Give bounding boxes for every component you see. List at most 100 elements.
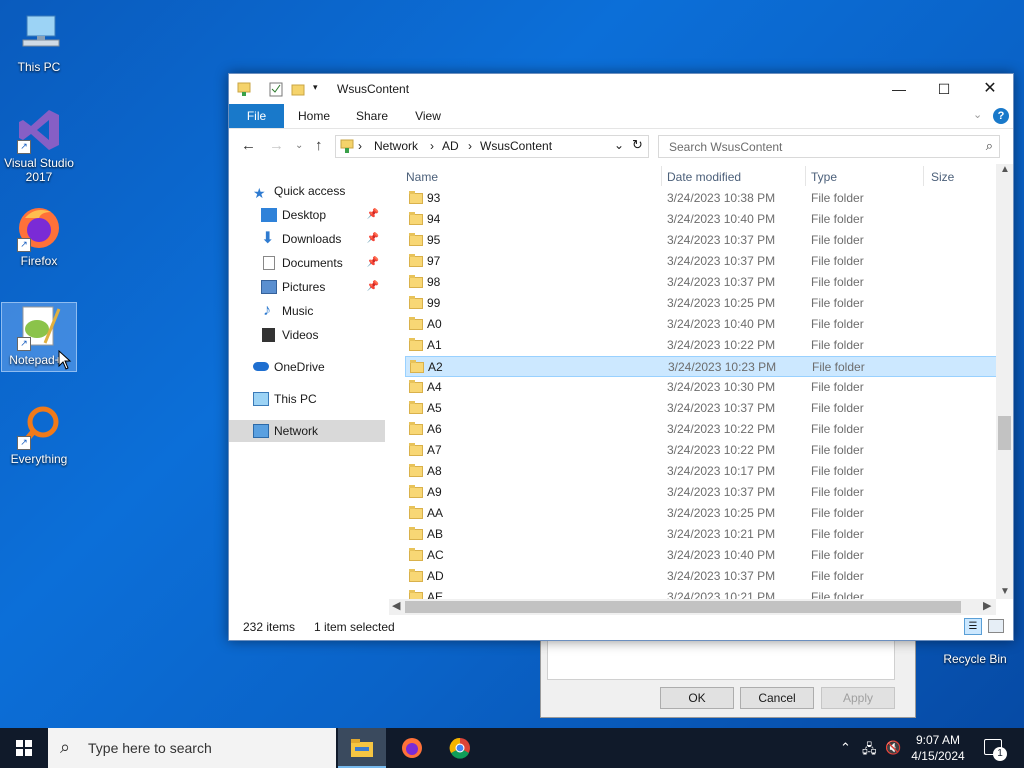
nav-item-pictures[interactable]: Pictures 📌 — [229, 276, 385, 298]
taskbar-firefox[interactable] — [388, 728, 436, 768]
close-button[interactable]: ✕ — [967, 74, 1013, 104]
nav-item-onedrive[interactable]: OneDrive — [229, 356, 385, 378]
table-row[interactable]: A9 3/24/2023 10:37 PM File folder — [405, 482, 997, 503]
scroll-up-arrow-icon[interactable]: ▲ — [1000, 164, 1010, 175]
up-arrow-icon[interactable]: ↑ — [315, 137, 323, 154]
expand-ribbon-chevron-icon[interactable]: ⌄ — [973, 108, 982, 121]
desktop-icon-firefox[interactable]: ↗ Firefox — [2, 204, 76, 268]
table-row[interactable]: A0 3/24/2023 10:40 PM File folder — [405, 314, 997, 335]
table-row[interactable]: 93 3/24/2023 10:38 PM File folder — [405, 188, 997, 209]
pin-icon[interactable]: 📌 — [367, 228, 379, 250]
table-row[interactable]: AE 3/24/2023 10:21 PM File folder — [405, 587, 997, 599]
tab-file[interactable]: File — [229, 104, 284, 128]
document-icon — [263, 256, 275, 270]
table-row[interactable]: 97 3/24/2023 10:37 PM File folder — [405, 251, 997, 272]
row-type: File folder — [811, 485, 864, 499]
title-bar[interactable]: ▾ WsusContent — ☐ ✕ — [229, 74, 1013, 104]
nav-item-documents[interactable]: Documents 📌 — [229, 252, 385, 274]
table-row[interactable]: A8 3/24/2023 10:17 PM File folder — [405, 461, 997, 482]
desktop-icon-everything[interactable]: ↗ Everything — [2, 402, 76, 466]
column-header-name[interactable]: Name — [406, 165, 656, 189]
taskbar-search-box[interactable]: ⌕ Type here to search — [48, 728, 336, 768]
column-separator[interactable] — [923, 166, 924, 186]
pin-icon[interactable]: 📌 — [367, 276, 379, 298]
address-bar[interactable]: › Network › AD › WsusContent ⌄ ↻ — [335, 135, 649, 158]
table-row[interactable]: 94 3/24/2023 10:40 PM File folder — [405, 209, 997, 230]
music-note-icon: ♪ — [263, 302, 271, 319]
column-separator[interactable] — [805, 166, 806, 186]
customize-toolbar-chevron-icon[interactable]: ▾ — [313, 82, 327, 98]
maximize-button[interactable]: ☐ — [921, 74, 967, 104]
cancel-button[interactable]: Cancel — [740, 687, 814, 709]
scroll-right-arrow-icon[interactable]: ▶ — [983, 599, 991, 612]
taskbar-chrome[interactable] — [436, 728, 484, 768]
table-row[interactable]: A7 3/24/2023 10:22 PM File folder — [405, 440, 997, 461]
nav-item-downloads[interactable]: ⬇ Downloads 📌 — [229, 228, 385, 250]
taskbar-file-explorer[interactable] — [338, 728, 386, 768]
tab-view[interactable]: View — [405, 104, 451, 128]
show-hidden-icons-chevron-icon[interactable]: ⌃ — [840, 740, 851, 756]
star-icon: ★ — [253, 185, 266, 201]
recent-locations-chevron-icon[interactable]: ⌄ — [295, 140, 303, 151]
scroll-left-arrow-icon[interactable]: ◀ — [392, 599, 400, 612]
table-row[interactable]: AB 3/24/2023 10:21 PM File folder — [405, 524, 997, 545]
table-row[interactable]: A6 3/24/2023 10:22 PM File folder — [405, 419, 997, 440]
system-clock[interactable]: 9:07 AM 4/15/2024 — [906, 732, 970, 764]
search-input[interactable] — [667, 138, 971, 156]
search-box[interactable]: ⌕ — [658, 135, 1000, 158]
tab-home[interactable]: Home — [291, 104, 337, 128]
forward-arrow-icon[interactable]: → — [269, 137, 284, 154]
vertical-scroll-thumb[interactable] — [998, 416, 1011, 450]
nav-item-quick-access[interactable]: ★ Quick access — [229, 180, 385, 202]
start-windows-icon[interactable] — [16, 740, 32, 756]
table-row[interactable]: 95 3/24/2023 10:37 PM File folder — [405, 230, 997, 251]
properties-icon[interactable] — [269, 81, 283, 97]
folder-icon — [409, 590, 423, 599]
column-header-type[interactable]: Type — [811, 165, 921, 189]
address-dropdown-chevron-icon[interactable]: ⌄ — [614, 138, 624, 152]
table-row[interactable]: 99 3/24/2023 10:25 PM File folder — [405, 293, 997, 314]
pin-icon[interactable]: 📌 — [367, 204, 379, 226]
help-icon[interactable]: ? — [993, 108, 1009, 124]
ok-button[interactable]: OK — [660, 687, 734, 709]
large-icons-view-icon[interactable] — [988, 619, 1004, 633]
apply-button[interactable]: Apply — [821, 687, 895, 709]
breadcrumb-separator-icon: › — [430, 139, 434, 153]
breadcrumb-ad[interactable]: AD — [442, 139, 459, 153]
nav-item-desktop[interactable]: Desktop 📌 — [229, 204, 385, 226]
table-row[interactable]: AA 3/24/2023 10:25 PM File folder — [405, 503, 997, 524]
vertical-scrollbar[interactable]: ▲ ▼ — [996, 164, 1013, 599]
table-row[interactable]: A5 3/24/2023 10:37 PM File folder — [405, 398, 997, 419]
scroll-down-arrow-icon[interactable]: ▼ — [1000, 586, 1010, 597]
nav-item-network[interactable]: Network — [229, 420, 385, 442]
back-arrow-icon[interactable]: ← — [241, 137, 256, 154]
horizontal-scrollbar[interactable]: ◀ ▶ — [389, 599, 996, 615]
network-status-icon[interactable]: 🖧 — [862, 740, 877, 762]
column-header-date-modified[interactable]: Date modified — [667, 165, 797, 189]
desktop-icon-this-pc[interactable]: This PC — [2, 10, 76, 74]
volume-muted-icon[interactable]: 🔇 — [885, 740, 901, 756]
nav-item-videos[interactable]: Videos — [229, 324, 385, 346]
refresh-icon[interactable]: ↻ — [632, 137, 643, 153]
nav-item-music[interactable]: ♪ Music — [229, 300, 385, 322]
pin-icon[interactable]: 📌 — [367, 252, 379, 274]
table-row[interactable]: AD 3/24/2023 10:37 PM File folder — [405, 566, 997, 587]
table-row[interactable]: AC 3/24/2023 10:40 PM File folder — [405, 545, 997, 566]
table-row[interactable]: A2 3/24/2023 10:23 PM File folder — [405, 356, 997, 377]
minimize-button[interactable]: — — [876, 74, 922, 104]
horizontal-scroll-thumb[interactable] — [405, 601, 961, 613]
desktop-icon-visual-studio[interactable]: ↗ Visual Studio 2017 — [2, 106, 76, 184]
table-row[interactable]: 98 3/24/2023 10:37 PM File folder — [405, 272, 997, 293]
column-separator[interactable] — [661, 166, 662, 186]
computer-icon — [15, 10, 63, 58]
table-row[interactable]: A4 3/24/2023 10:30 PM File folder — [405, 377, 997, 398]
search-icon[interactable]: ⌕ — [986, 138, 993, 154]
breadcrumb-wsuscontent[interactable]: WsusContent — [480, 139, 552, 153]
column-header-size[interactable]: Size — [931, 165, 991, 189]
nav-item-this-pc[interactable]: This PC — [229, 388, 385, 410]
tab-share[interactable]: Share — [349, 104, 395, 128]
new-folder-icon[interactable] — [291, 81, 305, 97]
breadcrumb-network[interactable]: Network — [374, 139, 418, 153]
details-view-icon[interactable]: ☰ — [964, 618, 982, 635]
table-row[interactable]: A1 3/24/2023 10:22 PM File folder — [405, 335, 997, 356]
